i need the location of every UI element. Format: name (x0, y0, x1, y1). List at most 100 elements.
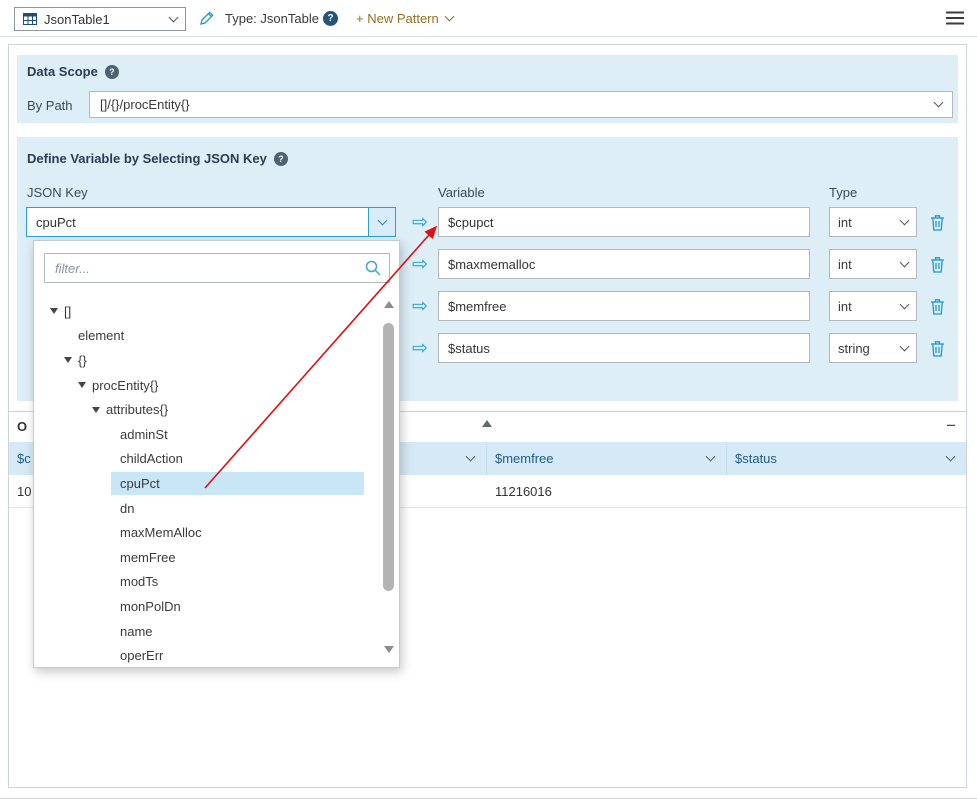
chevron-down-icon (444, 12, 454, 22)
type-select[interactable]: int (829, 207, 917, 237)
chevron-down-icon (900, 257, 910, 267)
define-variables-title: Define Variable by Selecting JSON Key ? (27, 151, 288, 166)
by-path-select[interactable]: []/{}/procEntity{} (89, 91, 953, 118)
data-scope-title: Data Scope ? (27, 64, 119, 79)
help-icon[interactable]: ? (323, 11, 338, 26)
pencil-icon (199, 10, 215, 26)
json-key-select-toggle[interactable] (368, 208, 395, 236)
scroll-up-icon[interactable] (384, 301, 394, 308)
minimize-output-button[interactable]: − (946, 412, 956, 439)
pattern-select-value: JsonTable1 (44, 12, 163, 27)
data-scope-title-text: Data Scope (27, 64, 98, 79)
tree-item[interactable]: element (34, 324, 399, 349)
scrollbar-thumb[interactable] (383, 323, 394, 591)
tree-item[interactable]: attributes{} (34, 397, 399, 422)
delete-variable-button[interactable] (927, 338, 947, 358)
tree-item[interactable]: childAction (34, 447, 399, 472)
tree-item-label: procEntity{} (92, 378, 159, 393)
tree-item[interactable]: monPolDn (34, 594, 399, 619)
output-title: O (17, 412, 27, 442)
pattern-type-label: Type: JsonTable (225, 11, 319, 26)
variable-row: cpuPct ⇨ int (17, 207, 958, 237)
delete-variable-button[interactable] (927, 212, 947, 232)
tree-item-label: dn (120, 501, 134, 516)
tree-item-label: attributes{} (106, 402, 168, 417)
output-column-header[interactable]: $memfree (487, 442, 727, 475)
type-select-value: int (838, 257, 852, 272)
chevron-down-icon (900, 341, 910, 351)
tree-item[interactable]: adminSt (34, 422, 399, 447)
help-icon[interactable]: ? (105, 65, 119, 79)
column-header-label: $c (17, 451, 31, 466)
tree-item[interactable]: maxMemAlloc (34, 520, 399, 545)
filter-input[interactable] (44, 253, 390, 283)
map-arrow-icon: ⇨ (407, 249, 433, 279)
column-header-label: $status (735, 451, 777, 466)
tree-item-label: [] (64, 304, 71, 319)
tree-item[interactable]: name (34, 619, 399, 644)
tree-item-selected[interactable]: cpuPct (34, 471, 399, 496)
delete-variable-button[interactable] (927, 296, 947, 316)
chevron-down-icon (900, 215, 910, 225)
json-key-select[interactable]: cpuPct (26, 207, 396, 237)
define-variables-title-text: Define Variable by Selecting JSON Key (27, 151, 267, 166)
output-column-header[interactable]: $status (727, 442, 966, 475)
hamburger-icon (946, 11, 964, 25)
filter-field (44, 253, 390, 283)
variable-input[interactable] (438, 333, 810, 363)
tree-item-label: modTs (120, 574, 158, 589)
type-select[interactable]: int (829, 249, 917, 279)
by-path-label: By Path (27, 98, 73, 113)
type-select[interactable]: int (829, 291, 917, 321)
toolbar: JsonTable1 Type: JsonTable ? + New Patte… (0, 0, 977, 37)
tree-item[interactable]: memFree (34, 545, 399, 570)
variable-input[interactable] (438, 207, 810, 237)
tree-item[interactable]: procEntity{} (34, 373, 399, 398)
delete-variable-button[interactable] (927, 254, 947, 274)
new-pattern-button[interactable]: + New Pattern (356, 11, 453, 26)
chevron-down-icon (466, 452, 476, 462)
tree-item[interactable]: operErr (34, 643, 399, 668)
tree-item-label: maxMemAlloc (120, 525, 202, 540)
table-icon (23, 13, 37, 25)
trash-icon (930, 298, 945, 315)
trash-icon (930, 256, 945, 273)
scroll-down-icon[interactable] (384, 646, 394, 653)
pattern-select[interactable]: JsonTable1 (14, 7, 186, 31)
chevron-down-icon (169, 12, 179, 22)
tree-item[interactable]: modTs (34, 570, 399, 595)
variable-input[interactable] (438, 291, 810, 321)
variable-input[interactable] (438, 249, 810, 279)
json-key-tree: [] element {} procEntity{} attributes{} … (34, 299, 399, 668)
by-path-value: []/{}/procEntity{} (100, 97, 190, 112)
type-select-value: string (838, 341, 870, 356)
output-cell: 11216016 (487, 475, 727, 507)
tree-item-label: childAction (120, 451, 183, 466)
type-select-value: int (838, 299, 852, 314)
new-pattern-label: + New Pattern (356, 11, 439, 26)
json-key-select-value: cpuPct (27, 215, 76, 230)
tree-item[interactable]: {} (34, 348, 399, 373)
search-icon (365, 260, 381, 276)
tree-item[interactable]: dn (34, 496, 399, 521)
menu-button[interactable] (946, 11, 964, 28)
chevron-down-icon (706, 452, 716, 462)
help-icon[interactable]: ? (274, 152, 288, 166)
tree-expander-icon[interactable] (64, 357, 78, 363)
tree-scrollbar (382, 301, 396, 653)
tree-expander-icon[interactable] (78, 382, 92, 388)
tree-expander-icon[interactable] (50, 308, 64, 314)
collapse-panel-icon[interactable] (482, 420, 492, 427)
json-key-column-label: JSON Key (27, 185, 88, 200)
chevron-down-icon (377, 215, 387, 225)
tree-item[interactable]: [] (34, 299, 399, 324)
column-header-label: $memfree (495, 451, 554, 466)
tree-expander-icon[interactable] (92, 407, 106, 413)
edit-pattern-button[interactable] (199, 10, 215, 29)
tree-item-label: {} (78, 353, 87, 368)
tree-item-label: monPolDn (120, 599, 181, 614)
tree-item-label: cpuPct (120, 476, 160, 491)
type-column-label: Type (829, 185, 857, 200)
type-select[interactable]: string (829, 333, 917, 363)
tree-item-label: memFree (120, 550, 176, 565)
